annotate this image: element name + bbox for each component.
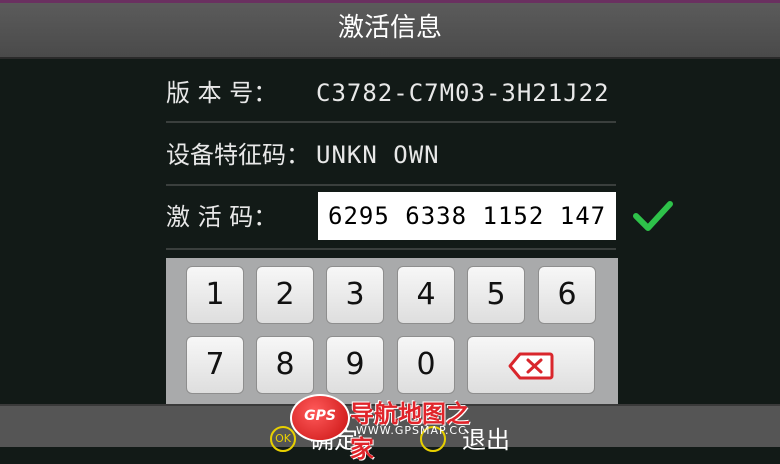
activation-code-input[interactable] bbox=[318, 192, 616, 240]
divider bbox=[166, 121, 616, 123]
version-row: 版 本 号： C3782-C7M03-3H21J22 bbox=[166, 62, 616, 124]
numeric-keypad: 1 2 3 4 5 6 7 8 9 0 bbox=[166, 258, 618, 406]
key-9[interactable]: 9 bbox=[326, 336, 384, 394]
device-label: 设备特征码： bbox=[166, 141, 310, 169]
device-value: UNKN OWN bbox=[316, 141, 440, 169]
activation-code-label: 激 活 码： bbox=[166, 203, 278, 231]
key-0[interactable]: 0 bbox=[397, 336, 455, 394]
check-icon bbox=[633, 201, 673, 231]
key-6[interactable]: 6 bbox=[538, 266, 596, 324]
page-title: 激活信息 bbox=[337, 13, 442, 43]
key-4[interactable]: 4 bbox=[397, 266, 455, 324]
title-bar: 激活信息 bbox=[0, 0, 780, 59]
divider bbox=[166, 248, 616, 250]
key-1[interactable]: 1 bbox=[186, 266, 244, 324]
device-row: 设备特征码： UNKN OWN bbox=[166, 124, 616, 186]
key-3[interactable]: 3 bbox=[326, 266, 384, 324]
watermark-badge-text: GPS bbox=[304, 408, 336, 424]
backspace-icon bbox=[508, 352, 554, 380]
version-value: C3782-C7M03-3H21J22 bbox=[316, 79, 610, 107]
watermark-logo: GPS 导航地图之家 WWW.GPSMAP.CC bbox=[290, 392, 490, 463]
key-5[interactable]: 5 bbox=[467, 266, 525, 324]
gps-logo-icon: GPS bbox=[290, 394, 350, 442]
key-2[interactable]: 2 bbox=[256, 266, 314, 324]
watermark-url: WWW.GPSMAP.CC bbox=[356, 424, 467, 437]
key-7[interactable]: 7 bbox=[186, 336, 244, 394]
version-label: 版 本 号： bbox=[166, 79, 278, 107]
key-8[interactable]: 8 bbox=[256, 336, 314, 394]
backspace-button[interactable] bbox=[467, 336, 595, 394]
